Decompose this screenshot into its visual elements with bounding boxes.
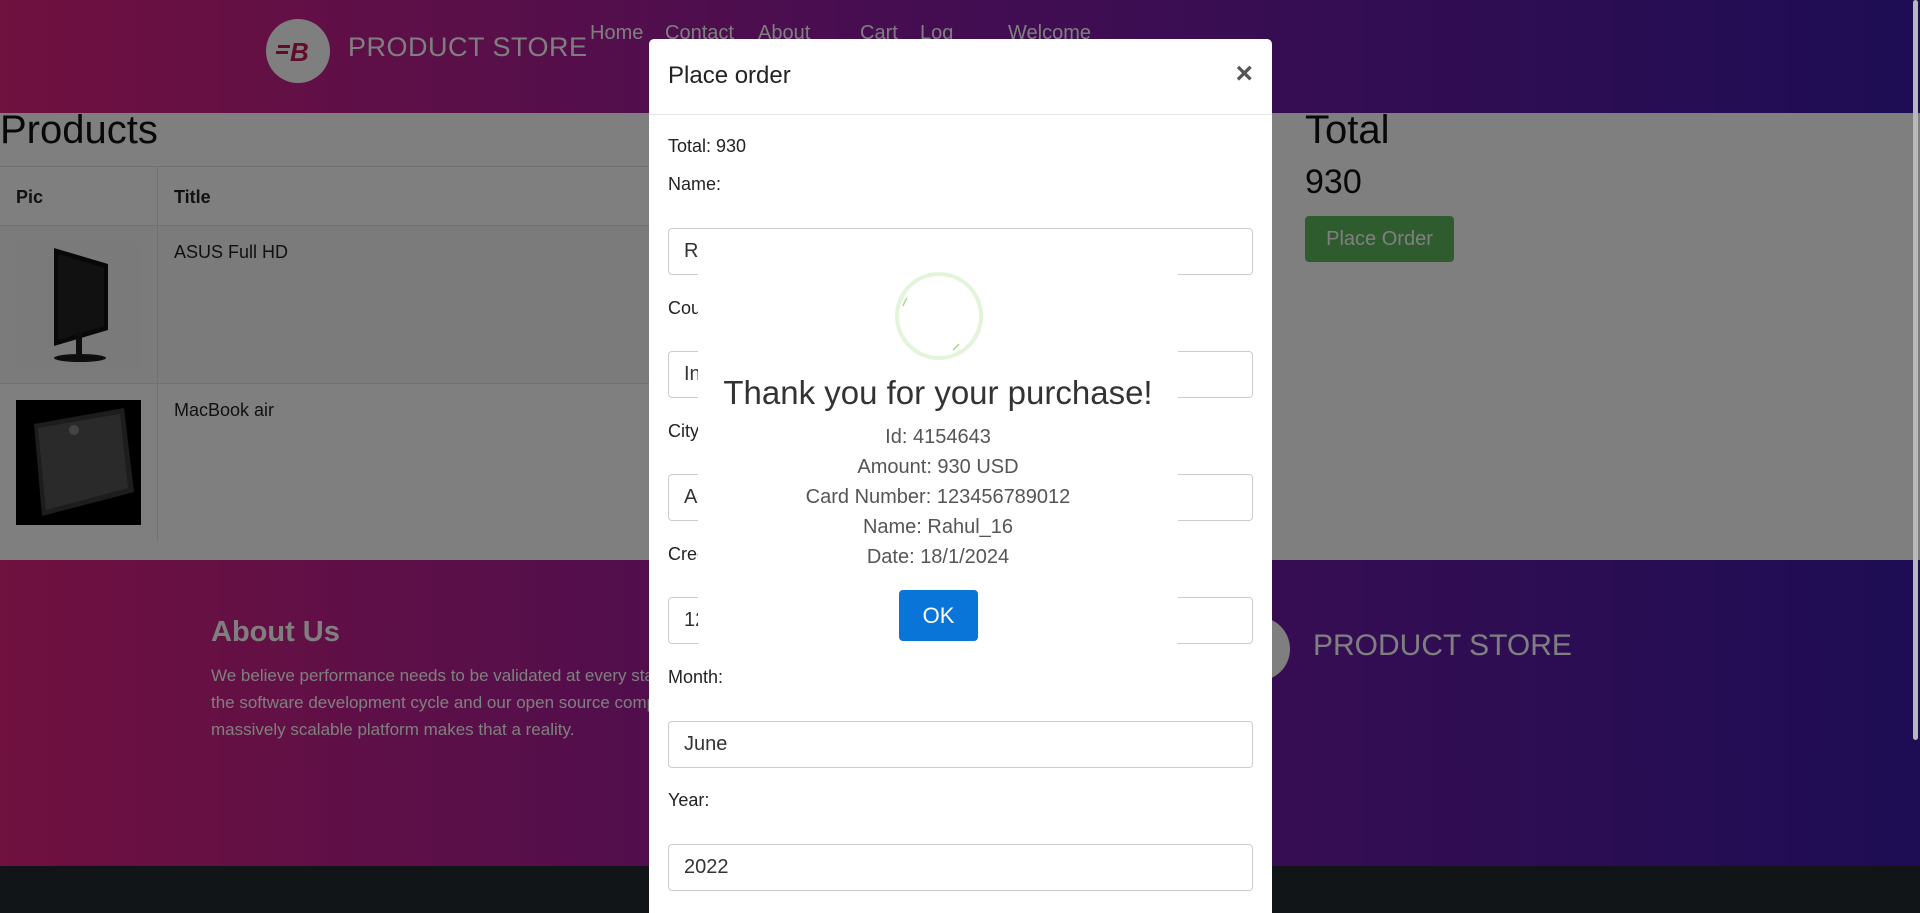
year-input[interactable] bbox=[668, 844, 1253, 891]
country-label: Cou bbox=[668, 298, 702, 318]
total-label: Total: 930 bbox=[668, 136, 747, 156]
order-id: Id: 4154643 bbox=[885, 426, 991, 448]
modal-header: Place order × bbox=[649, 39, 1272, 115]
close-icon[interactable]: × bbox=[1235, 59, 1253, 89]
alert-title: Thank you for your purchase! bbox=[723, 374, 1153, 411]
order-name: Name: Rahul_16 bbox=[862, 516, 1014, 538]
name-label: Name: bbox=[668, 174, 722, 194]
purchase-success-alert: Thank you for your purchase! Id: 4154643… bbox=[698, 244, 1178, 646]
order-date: Date: 18/1/2024 bbox=[866, 546, 1010, 568]
order-card-number: Card Number: 123456789012 bbox=[805, 486, 1071, 508]
success-check-icon bbox=[895, 272, 983, 360]
ok-button[interactable]: OK bbox=[899, 590, 978, 641]
scrollbar-thumb[interactable] bbox=[1913, 0, 1918, 740]
order-amount: Amount: 930 USD bbox=[857, 456, 1019, 478]
modal-title: Place order bbox=[668, 62, 791, 89]
month-label: Month: bbox=[668, 667, 724, 687]
city-label: City bbox=[668, 421, 699, 441]
year-label: Year: bbox=[668, 790, 710, 810]
month-input[interactable] bbox=[668, 721, 1253, 768]
